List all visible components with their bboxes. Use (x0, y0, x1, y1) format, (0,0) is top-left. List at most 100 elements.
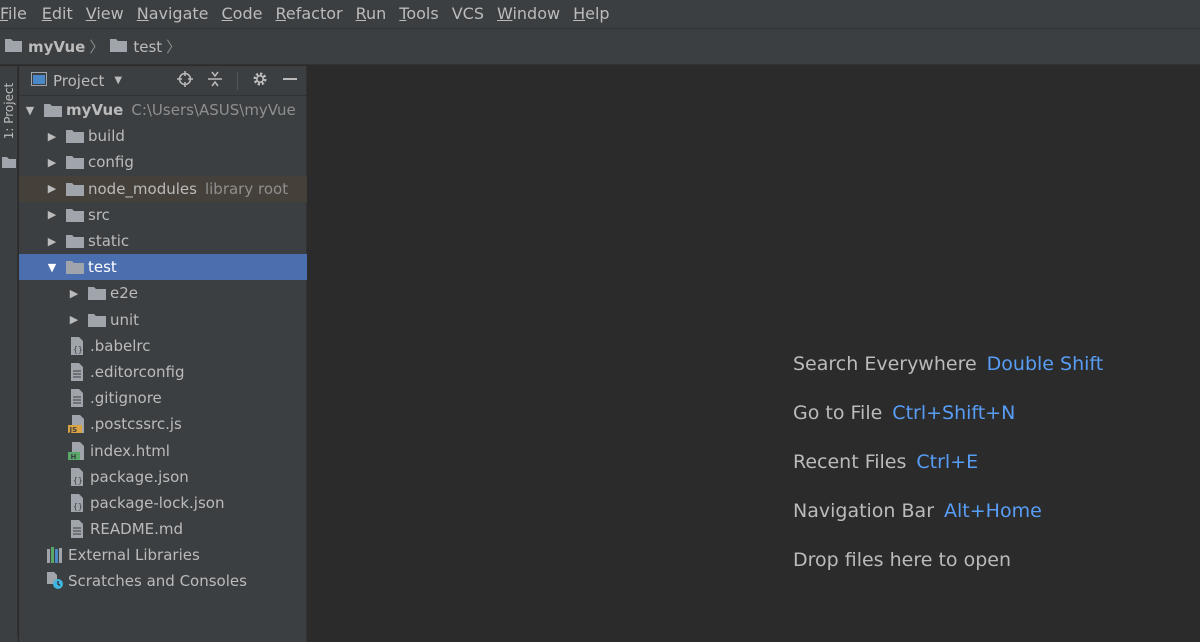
hint-drop-files: Drop files here to open (793, 549, 1103, 598)
breadcrumb-label: myVue (28, 37, 86, 56)
hint-navigation-bar: Navigation Bar Alt+Home (793, 500, 1103, 549)
chevron-down-icon[interactable]: ▼ (114, 75, 122, 86)
chevron-right-icon[interactable]: ▶ (45, 235, 59, 248)
tree-item-label: index.html (90, 441, 170, 460)
chevron-down-icon[interactable]: ▼ (23, 104, 37, 117)
tree-item-label: package.json (90, 467, 189, 486)
tree-item-package-lock-json[interactable]: {} package-lock.json (19, 490, 307, 516)
svg-text:{}: {} (73, 502, 83, 511)
tree-item-test[interactable]: ▼ test (19, 254, 307, 281)
tree-item-gitignore[interactable]: .gitignore (19, 385, 307, 411)
left-tool-strip: 1: Project (0, 66, 18, 642)
folder-icon (65, 153, 85, 171)
folder-icon (2, 154, 16, 172)
folder-icon (65, 127, 85, 145)
menu-vcs[interactable]: VCS (452, 0, 491, 28)
tool-tab-project[interactable]: 1: Project (0, 74, 18, 168)
tree-item-editorconfig[interactable]: .editorconfig (19, 359, 307, 385)
tree-item-label: package-lock.json (90, 493, 225, 512)
chevron-right-icon[interactable]: ▶ (45, 208, 59, 221)
javascript-file-icon: JS (67, 415, 87, 434)
tree-item-label: config (88, 153, 134, 172)
menu-bar: File Edit View Navigate Code Refactor Ru… (0, 0, 1200, 28)
collapse-all-icon[interactable] (207, 71, 223, 91)
editor-empty-hints: Search Everywhere Double Shift Go to File… (793, 353, 1103, 598)
chevron-right-icon[interactable]: ▶ (45, 156, 59, 169)
tree-item-config[interactable]: ▶ config (19, 149, 307, 175)
minimize-icon[interactable] (282, 71, 298, 91)
editor-area[interactable]: Search Everywhere Double Shift Go to File… (308, 66, 1200, 642)
folder-icon (43, 101, 63, 119)
tree-item-node-modules[interactable]: ▶ node_modules library root (19, 175, 307, 202)
chevron-right-icon[interactable]: ▶ (45, 182, 59, 195)
tree-item-label: myVue (66, 101, 124, 120)
tree-item-build[interactable]: ▶ build (19, 123, 307, 149)
tree-item-unit[interactable]: ▶ unit (19, 307, 307, 333)
svg-text:{}: {} (73, 476, 83, 485)
library-icon (45, 546, 65, 564)
hint-label: Search Everywhere (793, 353, 977, 375)
menu-navigate[interactable]: Navigate (137, 0, 216, 28)
chevron-right-icon[interactable]: ▶ (67, 287, 81, 300)
tree-item-label: .babelrc (90, 336, 151, 355)
status-strip (0, 638, 18, 642)
menu-view[interactable]: View (86, 0, 131, 28)
tree-item-label: README.md (90, 520, 184, 539)
menu-tools[interactable]: Tools (399, 0, 445, 28)
menu-window[interactable]: Window (497, 0, 567, 28)
chevron-down-icon[interactable]: ▼ (45, 261, 59, 274)
markdown-file-icon (67, 520, 87, 539)
tree-item-label: unit (110, 310, 140, 329)
menu-help[interactable]: Help (573, 0, 616, 28)
locate-icon[interactable] (177, 70, 193, 91)
tree-item-postcssrc[interactable]: JS .postcssrc.js (19, 411, 307, 437)
svg-text:H: H (71, 453, 77, 460)
tree-item-static[interactable]: ▶ static (19, 228, 307, 254)
project-tree: ▼ myVue C:\Users\ASUS\myVue ▶ build ▶ co… (19, 97, 307, 595)
tree-item-label: test (88, 258, 117, 277)
hint-label: Drop files here to open (793, 549, 1012, 571)
tree-root-myvue[interactable]: ▼ myVue C:\Users\ASUS\myVue (19, 97, 307, 123)
tree-item-src[interactable]: ▶ src (19, 202, 307, 228)
folder-icon (5, 38, 22, 56)
menu-refactor[interactable]: Refactor (275, 0, 349, 28)
text-file-icon (67, 389, 87, 408)
hint-shortcut: Double Shift (986, 353, 1104, 375)
tree-item-label: External Libraries (68, 546, 200, 565)
breadcrumb: myVue 〉 test 〉 (0, 28, 1200, 65)
tool-tab-label: 1: Project (2, 82, 16, 140)
tree-item-babelrc[interactable]: {} .babelrc (19, 333, 307, 359)
breadcrumb-item-test[interactable]: test (110, 38, 162, 56)
scratches-icon (45, 572, 65, 590)
library-root-hint: library root (204, 179, 289, 198)
tree-item-label: .editorconfig (90, 362, 185, 381)
folder-icon (87, 284, 107, 302)
tree-item-label: static (88, 232, 130, 251)
tree-item-external-libraries[interactable]: External Libraries (19, 542, 307, 568)
hint-label: Navigation Bar (793, 500, 935, 522)
gear-icon[interactable] (252, 71, 268, 91)
tree-item-index-html[interactable]: H index.html (19, 437, 307, 463)
breadcrumb-item-root[interactable]: myVue (5, 38, 85, 56)
hint-label: Recent Files (793, 451, 907, 473)
folder-icon (110, 38, 128, 56)
hint-label: Go to File (793, 402, 883, 424)
breadcrumb-label: test (133, 37, 163, 56)
chevron-right-icon[interactable]: ▶ (67, 313, 81, 326)
tree-item-readme[interactable]: README.md (19, 516, 307, 542)
menu-run[interactable]: Run (356, 0, 394, 28)
tree-item-label: Scratches and Consoles (68, 572, 247, 591)
chevron-right-icon[interactable]: ▶ (45, 130, 59, 143)
menu-code[interactable]: Code (222, 0, 270, 28)
tree-item-label: build (88, 127, 125, 146)
tree-item-scratches[interactable]: Scratches and Consoles (19, 568, 307, 594)
tree-item-label: src (88, 205, 110, 224)
tree-item-package-json[interactable]: {} package.json (19, 464, 307, 490)
tree-item-label: node_modules (88, 179, 197, 198)
menu-file[interactable]: File (0, 0, 34, 28)
folder-icon (65, 206, 85, 224)
tree-item-e2e[interactable]: ▶ e2e (19, 280, 307, 306)
panel-title[interactable]: Project (53, 72, 104, 90)
hint-shortcut: Ctrl+Shift+N (892, 402, 1016, 424)
menu-edit[interactable]: Edit (42, 0, 80, 28)
